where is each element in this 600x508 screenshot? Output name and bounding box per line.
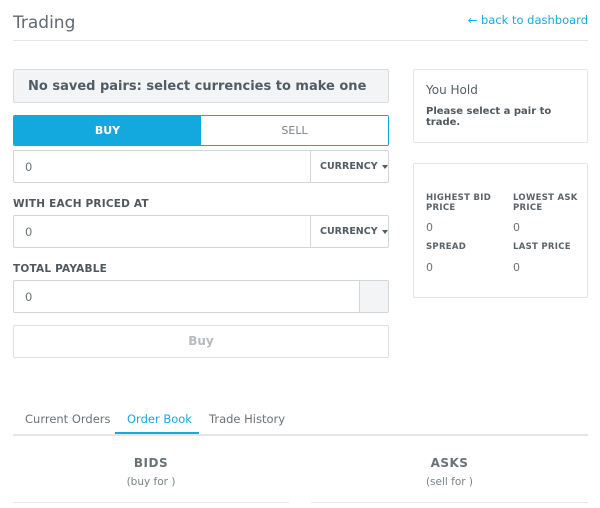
buy-tab-button[interactable]: BUY bbox=[14, 116, 201, 145]
saved-pairs-banner: No saved pairs: select currencies to mak… bbox=[13, 69, 389, 103]
sell-tab-button[interactable]: SELL bbox=[201, 116, 388, 145]
amount-currency-dropdown[interactable]: CURRENCY bbox=[310, 151, 388, 182]
asks-title: ASKS bbox=[430, 456, 469, 470]
asks-subtitle: (sell for ) bbox=[425, 476, 474, 488]
amount-input-value[interactable]: 0 bbox=[25, 160, 32, 174]
asks-divider bbox=[311, 502, 588, 503]
active-tab-indicator bbox=[115, 432, 199, 434]
total-payable-label: TOTAL PAYABLE bbox=[13, 263, 107, 275]
tab-trade-history[interactable]: Trade History bbox=[209, 412, 285, 426]
price-currency-label: CURRENCY bbox=[320, 226, 378, 237]
saved-pairs-message: No saved pairs: select currencies to mak… bbox=[28, 79, 367, 94]
spread-value: 0 bbox=[426, 261, 433, 274]
buy-submit-button[interactable]: Buy bbox=[13, 325, 389, 358]
last-price-value: 0 bbox=[513, 261, 520, 274]
bids-divider bbox=[13, 502, 289, 503]
amount-field[interactable]: 0 CURRENCY bbox=[13, 150, 389, 183]
page-title: Trading bbox=[13, 13, 76, 33]
lowest-ask-value: 0 bbox=[513, 221, 520, 234]
amount-currency-label: CURRENCY bbox=[320, 161, 378, 172]
total-payable-value[interactable]: 0 bbox=[25, 290, 32, 304]
bids-subtitle: (buy for ) bbox=[126, 476, 176, 488]
you-hold-title: You Hold bbox=[426, 83, 478, 97]
price-currency-dropdown[interactable]: CURRENCY bbox=[310, 216, 388, 247]
caret-down-icon bbox=[381, 229, 388, 234]
asks-column: ASKS (sell for ) bbox=[311, 456, 588, 488]
spread-label: SPREAD bbox=[426, 242, 467, 252]
price-field[interactable]: 0 CURRENCY bbox=[13, 215, 389, 248]
lowest-ask-label: LOWEST ASK PRICE bbox=[513, 193, 578, 213]
market-stats-panel: HIGHEST BID PRICE 0 LOWEST ASK PRICE 0 S… bbox=[413, 163, 588, 298]
tab-current-orders[interactable]: Current Orders bbox=[25, 412, 111, 426]
order-tabs: Current Orders Order Book Trade History bbox=[13, 405, 588, 436]
price-input-value[interactable]: 0 bbox=[25, 225, 32, 239]
total-payable-field[interactable]: 0 bbox=[13, 280, 389, 313]
last-price-label: LAST PRICE bbox=[513, 242, 571, 252]
highest-bid-label: HIGHEST BID PRICE bbox=[426, 193, 492, 213]
highest-bid-value: 0 bbox=[426, 221, 433, 234]
bids-column: BIDS (buy for ) bbox=[13, 456, 289, 488]
you-hold-message: Please select a pair to trade. bbox=[426, 106, 552, 128]
back-to-dashboard-link[interactable]: ← back to dashboard bbox=[468, 13, 588, 27]
you-hold-panel: You Hold Please select a pair to trade. bbox=[413, 69, 588, 143]
tab-order-book[interactable]: Order Book bbox=[127, 412, 192, 426]
price-label: WITH EACH PRICED AT bbox=[13, 198, 149, 210]
caret-down-icon bbox=[381, 164, 388, 169]
page-header: Trading ← back to dashboard bbox=[13, 0, 588, 41]
bids-title: BIDS bbox=[133, 456, 169, 470]
buy-sell-toggle: BUY SELL bbox=[13, 115, 389, 146]
total-currency-addon bbox=[359, 281, 388, 312]
